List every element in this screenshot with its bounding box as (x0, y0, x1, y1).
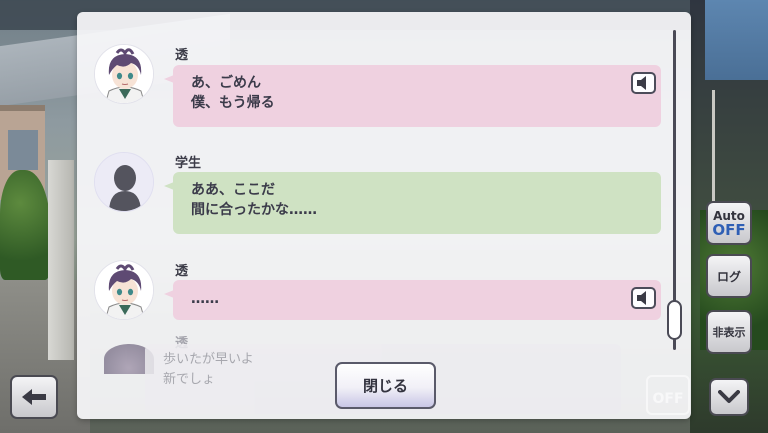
background-pillar (48, 160, 74, 360)
speaker-icon (637, 76, 646, 90)
log-button[interactable]: ログ (706, 254, 752, 298)
unknown-avatar (94, 152, 154, 212)
hide-ui-button[interactable]: 非表示 (706, 310, 752, 354)
background-sky-patch (705, 0, 768, 80)
voice-replay-button[interactable] (631, 287, 656, 309)
voice-replay-button[interactable] (631, 72, 656, 94)
speaker-name: 透 (175, 264, 189, 279)
auto-button-ghost: OFF (646, 375, 690, 415)
backlog-panel: 透 あ、ごめん 僕、もう帰る 学生 ああ、ここだ 間に合ったかな…… 透 …… … (77, 12, 691, 419)
back-button[interactable] (10, 375, 58, 419)
close-button[interactable]: 閉じる (335, 362, 436, 409)
dialogue-bubble: ああ、ここだ 間に合ったかな…… (164, 172, 661, 234)
chevron-down-icon (718, 390, 740, 403)
speaker-name: 透 (175, 48, 189, 63)
speaker-icon (637, 291, 646, 305)
dialogue-bubble: あ、ごめん 僕、もう帰る (164, 65, 661, 127)
dialogue-line: あ、ごめん (191, 75, 261, 91)
auto-button[interactable]: Auto OFF (706, 201, 752, 245)
advance-button[interactable] (709, 378, 749, 416)
scrollbar-thumb[interactable] (667, 300, 682, 340)
dialogue-line: 僕、もう帰る (191, 95, 275, 111)
background-bush (0, 170, 50, 280)
left-arrow-icon (22, 389, 46, 405)
dialogue-line: ああ、ここだ (191, 182, 275, 198)
dialogue-line: 間に合ったかな…… (191, 202, 317, 218)
dialogue-line: …… (191, 291, 219, 307)
auto-state: OFF (712, 221, 746, 239)
dialogue-bubble: …… (164, 280, 661, 320)
speaker-name: 学生 (175, 156, 202, 171)
toru-avatar (94, 44, 154, 104)
background-window (8, 130, 38, 170)
toru-avatar (94, 260, 154, 320)
